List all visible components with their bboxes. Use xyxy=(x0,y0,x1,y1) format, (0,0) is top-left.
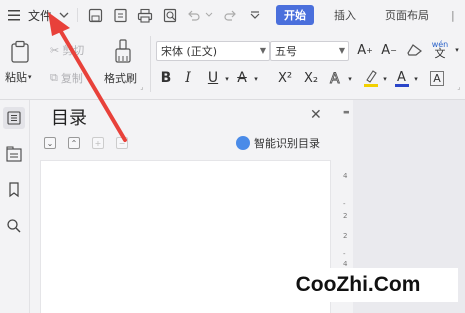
dialog-launcher-icon[interactable]: ⌟ xyxy=(455,82,463,92)
tab-overflow-label: | xyxy=(451,8,455,22)
font-color-icon[interactable]: A xyxy=(393,67,411,89)
cut-label: 剪切 xyxy=(62,44,85,57)
underline-label: U xyxy=(207,70,219,86)
ruler-tick: 4 xyxy=(343,172,348,180)
superscript-label: X² xyxy=(277,70,293,86)
chevron-down-icon[interactable]: ▾ xyxy=(381,72,389,86)
increase-font-size-icon[interactable]: A + xyxy=(356,40,374,60)
char-border-label: A xyxy=(430,70,444,86)
search-icon[interactable] xyxy=(3,215,25,237)
ruler-tick: 4 xyxy=(343,260,348,268)
subscript-button[interactable]: X₂ xyxy=(300,68,322,88)
phonetic-char-icon: 文 xyxy=(434,47,446,60)
clear-format-icon[interactable] xyxy=(406,40,424,60)
tab-start[interactable]: 开始 xyxy=(276,5,314,25)
paste-dropdown-icon: ▾ xyxy=(28,73,32,81)
toc-panel-icon[interactable] xyxy=(3,107,25,129)
chevron-down-icon[interactable]: ▾ xyxy=(252,72,260,86)
print-preview-icon[interactable] xyxy=(161,6,179,24)
paste-icon[interactable] xyxy=(6,38,34,66)
divider xyxy=(77,8,78,22)
smart-toc-button[interactable]: 智能识别目录 xyxy=(236,135,320,151)
chapter-nav-icon[interactable] xyxy=(3,143,25,165)
font-name-select[interactable]: 宋体 (正文) ▼ xyxy=(156,41,270,61)
save-icon[interactable] xyxy=(86,6,104,24)
ruler-marker: ▬ xyxy=(343,108,350,116)
chevron-down-icon: ▼ xyxy=(338,46,345,55)
left-sidebar xyxy=(0,100,30,313)
bold-button[interactable]: B xyxy=(158,68,174,88)
menu-bar: 文件 开始 插入 页面布局 | xyxy=(0,0,465,30)
decrease-font-size-icon[interactable]: A − xyxy=(380,40,398,60)
print-icon[interactable] xyxy=(136,6,154,24)
expand-all-icon[interactable]: ⌃ xyxy=(68,137,80,149)
copy-label: 复制 xyxy=(60,72,83,85)
bookmark-icon[interactable] xyxy=(3,179,25,201)
superscript-button[interactable]: X² xyxy=(274,68,296,88)
watermark: CooZhi.Com xyxy=(258,268,458,302)
strikethrough-button[interactable]: A xyxy=(234,68,250,88)
format-painter-label: 格式刷 xyxy=(104,72,137,85)
more-options-icon[interactable] xyxy=(248,6,262,24)
ruler-tick-mark: - xyxy=(343,250,346,258)
copy-button[interactable]: ⧉ 复制 xyxy=(50,70,83,86)
smart-recognize-icon xyxy=(236,136,250,150)
highlight-icon[interactable] xyxy=(362,67,380,89)
chevron-down-icon: ▼ xyxy=(259,46,266,55)
underline-button[interactable]: U xyxy=(205,68,221,88)
close-icon[interactable]: ✕ xyxy=(310,107,322,123)
ruler-tick-mark: - xyxy=(343,200,346,208)
dialog-launcher-icon[interactable]: ⌟ xyxy=(138,82,146,92)
format-painter-button[interactable]: 格式刷 xyxy=(104,70,137,86)
strikethrough-icon: A xyxy=(237,70,247,86)
tab-insert[interactable]: 插入 xyxy=(334,7,356,23)
smart-toc-label: 智能识别目录 xyxy=(254,137,320,150)
tab-page-layout[interactable]: 页面布局 xyxy=(385,7,429,23)
paste-button[interactable]: 粘贴 ▾ xyxy=(5,70,32,84)
svg-text:A: A xyxy=(397,70,406,85)
chevron-down-icon[interactable]: ▾ xyxy=(412,72,420,86)
file-menu[interactable]: 文件 xyxy=(28,7,52,23)
italic-label: I xyxy=(185,70,191,86)
italic-button[interactable]: I xyxy=(180,68,196,88)
font-size-select[interactable]: 五号 ▼ xyxy=(270,41,349,61)
chevron-down-icon[interactable] xyxy=(58,8,70,22)
chevron-down-icon[interactable]: ▾ xyxy=(223,72,231,86)
ribbon: 粘贴 ▾ ✂ 剪切 ⧉ 复制 格式刷 宋体 (正文) ▼ 五号 ▼ A + A − xyxy=(0,30,465,100)
copy-icon: ⧉ xyxy=(50,71,58,84)
collapse-all-icon[interactable]: ⌄ xyxy=(44,137,56,149)
scissors-icon: ✂ xyxy=(50,43,60,57)
app-window: 文件 开始 插入 页面布局 | 粘贴 ▾ ✂ 剪切 ⧉ 复制 格式刷 宋体 (正… xyxy=(0,0,465,313)
promote-level-icon[interactable]: + xyxy=(92,137,104,149)
bold-label: B xyxy=(160,70,172,86)
tab-insert-label: 插入 xyxy=(334,9,356,22)
svg-text:A: A xyxy=(330,71,340,86)
ruler-tick: 2 xyxy=(343,212,348,220)
chevron-down-icon[interactable]: ▾ xyxy=(346,72,354,86)
divider xyxy=(150,36,151,92)
format-painter-icon[interactable] xyxy=(110,38,136,66)
char-border-button[interactable]: A xyxy=(428,68,446,88)
cut-button[interactable]: ✂ 剪切 xyxy=(50,42,84,58)
text-effect-icon[interactable]: A xyxy=(327,68,345,88)
undo-dropdown-icon[interactable] xyxy=(204,8,214,22)
export-pdf-icon[interactable] xyxy=(111,6,129,24)
phonetic-guide-button[interactable]: wén 文 xyxy=(430,38,450,60)
font-size-value: 五号 xyxy=(275,45,297,58)
paste-label: 粘贴 xyxy=(5,71,27,84)
file-menu-label: 文件 xyxy=(28,8,53,23)
undo-icon[interactable] xyxy=(186,6,202,24)
ruler-tick: 2 xyxy=(343,232,348,240)
tab-page-layout-label: 页面布局 xyxy=(385,9,429,22)
chevron-down-icon[interactable]: ▾ xyxy=(452,42,462,58)
hamburger-menu-icon[interactable] xyxy=(6,7,22,23)
tab-overflow[interactable]: | xyxy=(451,7,455,23)
font-name-value: 宋体 (正文) xyxy=(161,45,218,58)
redo-icon[interactable] xyxy=(222,6,238,24)
toc-title: 目录 xyxy=(51,108,87,129)
demote-level-icon[interactable]: − xyxy=(116,137,128,149)
subscript-label: X₂ xyxy=(303,70,319,86)
tab-start-label: 开始 xyxy=(284,9,306,22)
